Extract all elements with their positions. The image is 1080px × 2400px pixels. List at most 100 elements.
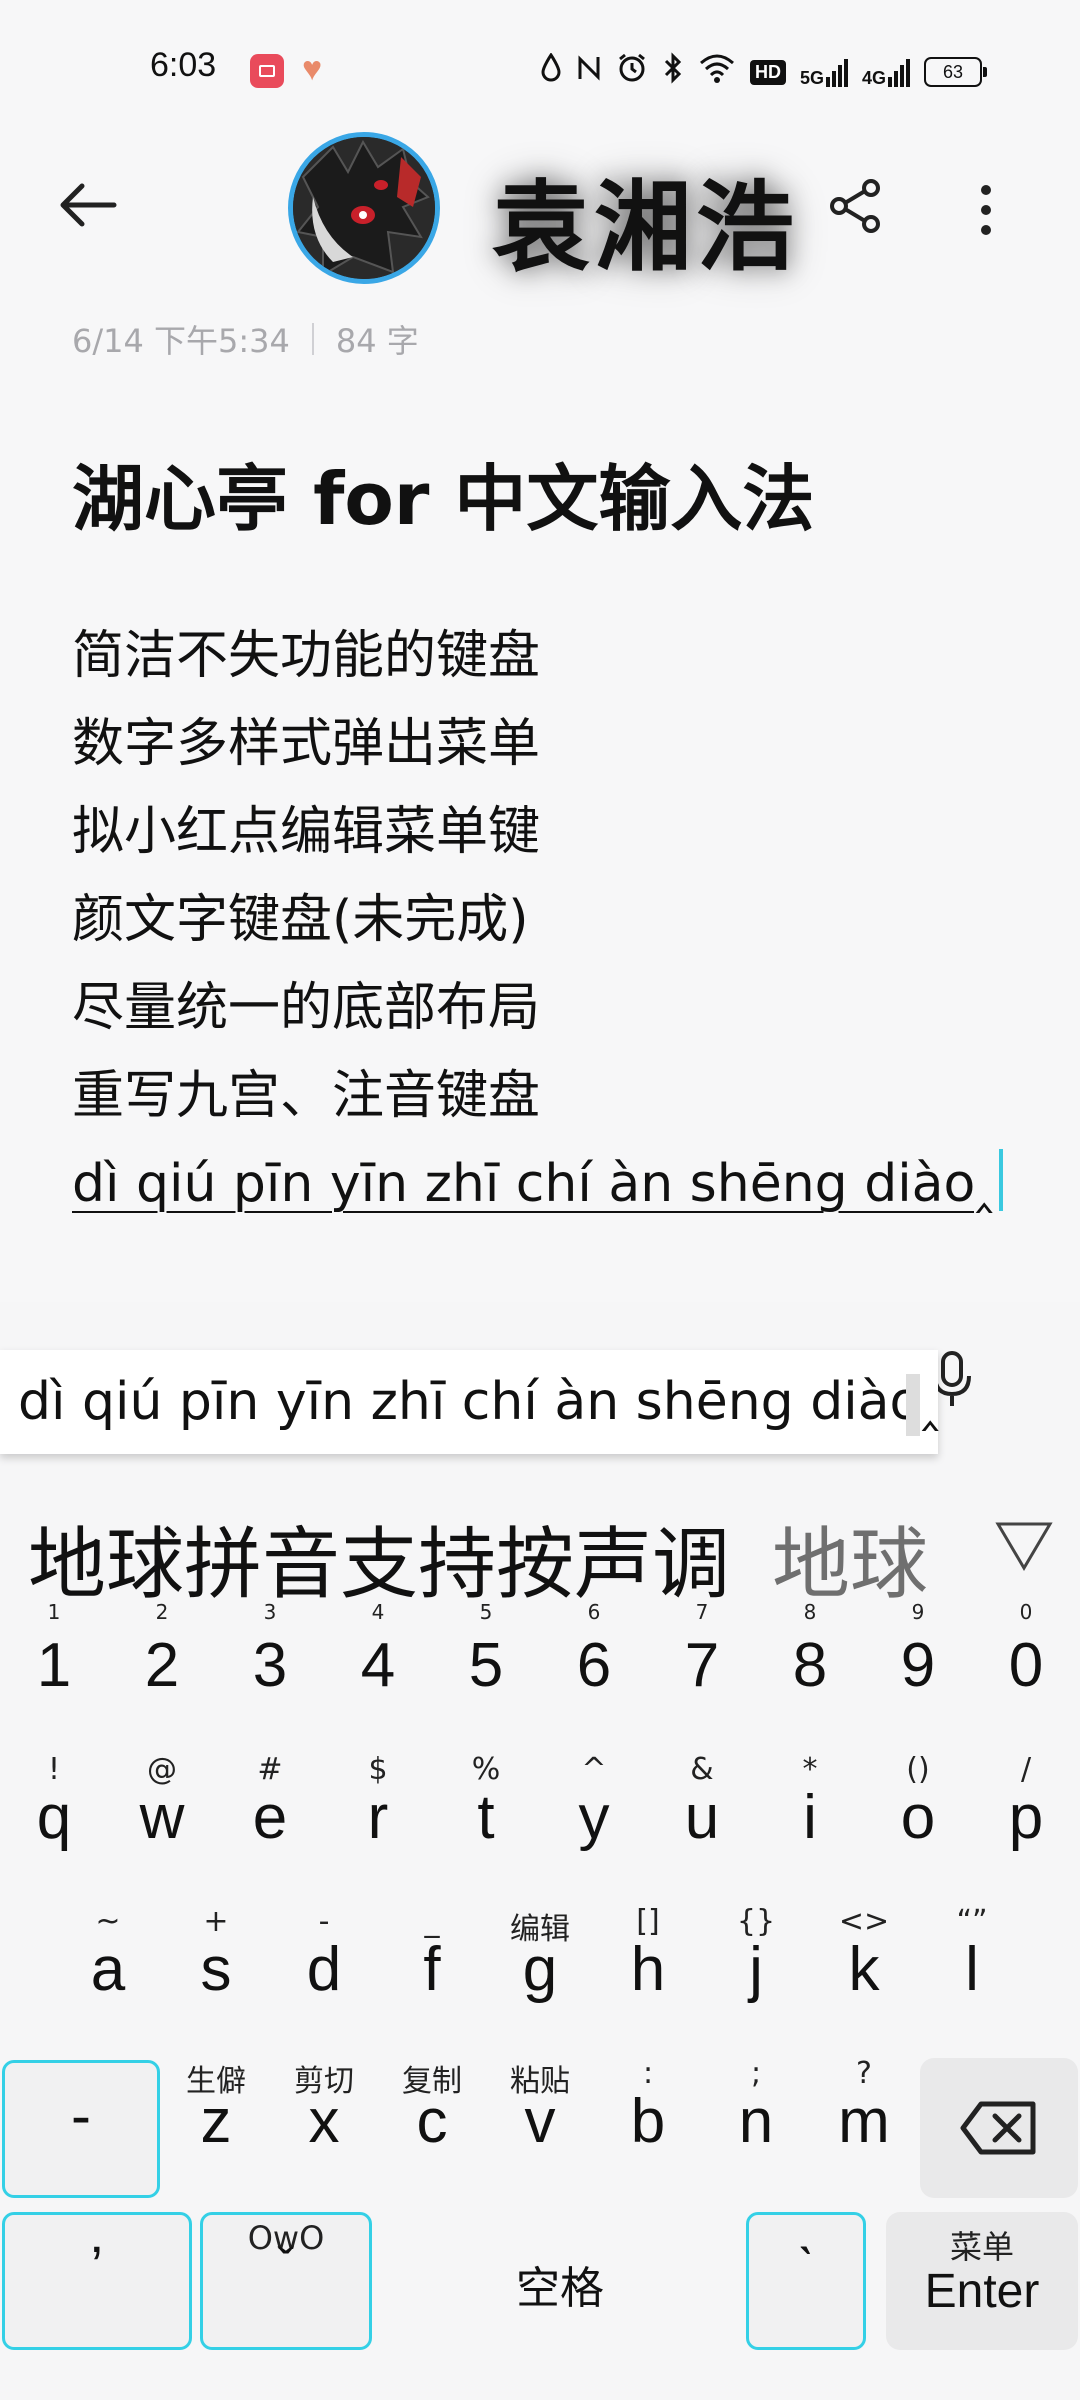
letter-key-n[interactable]: ; n [702,2056,810,2186]
number-key-2[interactable]: 22 [108,1600,216,1720]
signal-5g-icon: 5G [800,57,849,87]
letter-key-q[interactable]: ! q [0,1752,108,1882]
note-line: 重写九宫、注音键盘 [72,1066,541,1126]
key-label: i [803,1783,817,1852]
apostrophe-key[interactable]: ʼ [2,2212,192,2350]
key-hint: 6 [587,1600,601,1624]
key-hint: 8 [803,1600,817,1624]
key-hint: 9 [911,1600,925,1624]
letter-key-p[interactable]: / p [972,1752,1080,1882]
candidate-primary[interactable]: 地球拼音支持按声调 [28,1502,730,1614]
key-label: e [252,1783,288,1852]
letter-key-h[interactable]: [] h [594,1904,702,2034]
key-label: f [423,1935,441,2004]
enter-key[interactable]: 菜单 Enter [886,2212,1078,2350]
hd-voice-badge: HD [750,59,786,85]
number-key-5[interactable]: 55 [432,1600,540,1720]
avatar[interactable] [288,132,440,284]
note-line: 尽量统一的底部布局 [72,978,541,1038]
letter-key-z[interactable]: 生僻 z [162,2056,270,2186]
key-label: 6 [576,1631,612,1700]
letter-key-y[interactable]: ^ y [540,1752,648,1882]
battery-icon: 63 [924,57,988,87]
key-label: x [308,2087,340,2156]
backtick-key[interactable]: ˋ [746,2212,866,2350]
key-label: v [524,2087,556,2156]
letter-key-k[interactable]: <> k [810,1904,918,2034]
letter-key-u[interactable]: & u [648,1752,756,1882]
profile-name: 袁湘浩 [492,171,799,285]
key-hint: 7 [695,1600,709,1624]
backspace-icon [960,2101,1036,2155]
key-label: l [965,1935,979,2004]
letter-key-r[interactable]: $ r [324,1752,432,1882]
note-title[interactable]: 湖心亭 for 中文输入法 [72,440,814,545]
letter-key-g[interactable]: 编辑 g [486,1904,594,2034]
key-label: 3 [252,1631,288,1700]
space-key[interactable]: 空格 [380,2212,740,2350]
key-label: b [630,2087,666,2156]
key-label: k [848,1935,880,2004]
key-hint: 3 [263,1600,277,1624]
note-word-count: 84 字 [335,322,419,360]
key-label: g [522,1935,558,2004]
camera-app-icon [250,54,284,88]
avatar-image [293,137,435,279]
key-label: h [630,1935,666,2004]
number-key-7[interactable]: 77 [648,1600,756,1720]
dash-key[interactable]: - [2,2060,160,2198]
letter-key-l[interactable]: “” l [918,1904,1026,2034]
letter-key-w[interactable]: @ w [108,1752,216,1882]
back-button[interactable] [58,180,128,240]
letter-key-m[interactable]: ? m [810,2056,918,2186]
number-key-4[interactable]: 44 [324,1600,432,1720]
note-line: 颜文字键盘(未完成) [72,890,529,950]
number-key-9[interactable]: 99 [864,1600,972,1720]
number-key-0[interactable]: 00 [972,1600,1080,1720]
bluetooth-icon [662,52,684,92]
letter-key-a[interactable]: ~ a [54,1904,162,2034]
letter-key-v[interactable]: 粘贴 v [486,2056,594,2186]
signal-4g-icon: 4G [862,57,911,87]
letter-key-x[interactable]: 剪切 x [270,2056,378,2186]
number-key-1[interactable]: 11 [0,1600,108,1720]
letter-key-c[interactable]: 复制 c [378,2056,486,2186]
key-label: d [306,1935,342,2004]
key-label: q [36,1783,72,1852]
key-label: r [367,1783,389,1852]
letter-key-t[interactable]: % t [432,1752,540,1882]
letter-key-d[interactable]: -d [270,1904,378,2034]
status-time: 6:03 [150,46,217,84]
key-label: c [416,2087,448,2156]
key-label: 7 [684,1631,720,1700]
expand-candidates-button[interactable] [994,1516,1054,1576]
key-hint: 1 [47,1600,61,1624]
triangle-down-icon [995,1522,1053,1571]
key-label: y [578,1783,610,1852]
key-hint: 4 [371,1600,385,1624]
candidate-secondary[interactable]: 地球 [772,1502,928,1614]
alarm-icon [616,52,648,92]
more-vertical-icon [981,185,991,235]
nfc-icon [576,53,602,91]
more-options-button[interactable] [966,180,1006,240]
share-button[interactable] [826,176,886,236]
letter-key-b[interactable]: :b [594,2056,702,2186]
letter-key-o[interactable]: () o [864,1752,972,1882]
key-label: n [738,2087,774,2156]
health-heart-icon: ♥ [302,50,323,88]
key-hint: 2 [155,1600,169,1624]
note-body[interactable]: 简洁不失功能的键盘 数字多样式弹出菜单 拟小红点编辑菜单键 颜文字键盘(未完成)… [72,612,1003,1228]
wifi-icon [698,53,736,91]
letter-key-s[interactable]: + s [162,1904,270,2034]
number-key-3[interactable]: 33 [216,1600,324,1720]
letter-key-f[interactable]: _ f [378,1904,486,2034]
note-meta: 6/14 下午5:34 84 字 [72,316,419,362]
number-key-8[interactable]: 88 [756,1600,864,1720]
emoticon-key[interactable]: OwO ˇ [200,2212,372,2350]
backspace-key[interactable] [920,2058,1078,2198]
number-key-6[interactable]: 66 [540,1600,648,1720]
letter-key-e[interactable]: # e [216,1752,324,1882]
letter-key-i[interactable]: * i [756,1752,864,1882]
letter-key-j[interactable]: {} j [702,1904,810,2034]
